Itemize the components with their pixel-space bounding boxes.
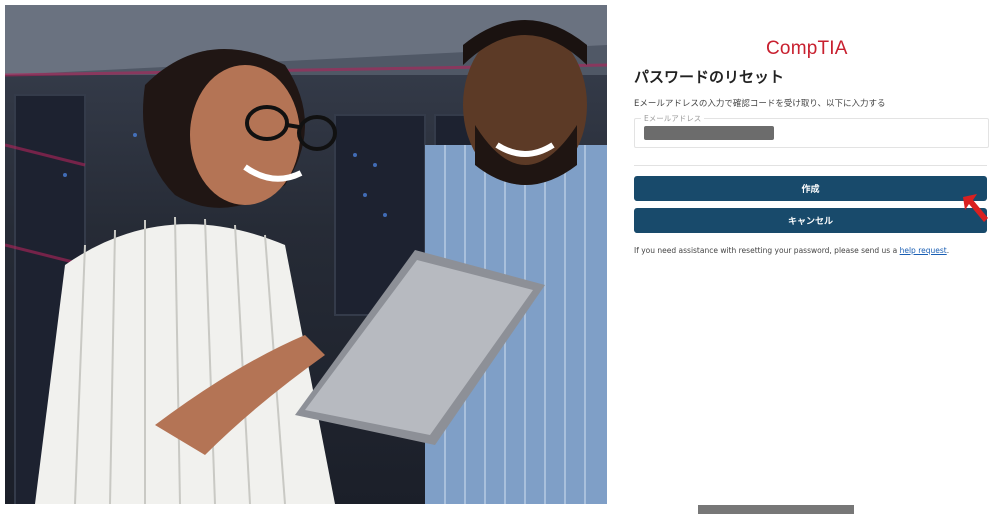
hero-photo-illustration (5, 5, 607, 504)
hero-image (5, 5, 607, 504)
page-title: パスワードのリセット (634, 68, 785, 86)
help-text-trailing: . (946, 246, 950, 255)
create-button[interactable]: 作成 (634, 176, 987, 201)
email-field-label: Eメールアドレス (641, 113, 705, 124)
red-arrow-icon (963, 194, 988, 222)
email-value-redacted (644, 126, 774, 140)
help-text-body: If you need assistance with resetting yo… (634, 246, 900, 255)
help-request-link[interactable]: help request (900, 246, 947, 255)
help-text: If you need assistance with resetting yo… (634, 246, 949, 255)
comptia-logo: CompTIA (766, 38, 848, 59)
instructions-text: Eメールアドレスの入力で確認コードを受け取り、以下に入力する (634, 99, 886, 109)
bottom-bar (698, 505, 854, 514)
cancel-button[interactable]: キャンセル (634, 208, 987, 233)
divider (634, 165, 987, 166)
email-field[interactable]: Eメールアドレス (634, 113, 989, 148)
